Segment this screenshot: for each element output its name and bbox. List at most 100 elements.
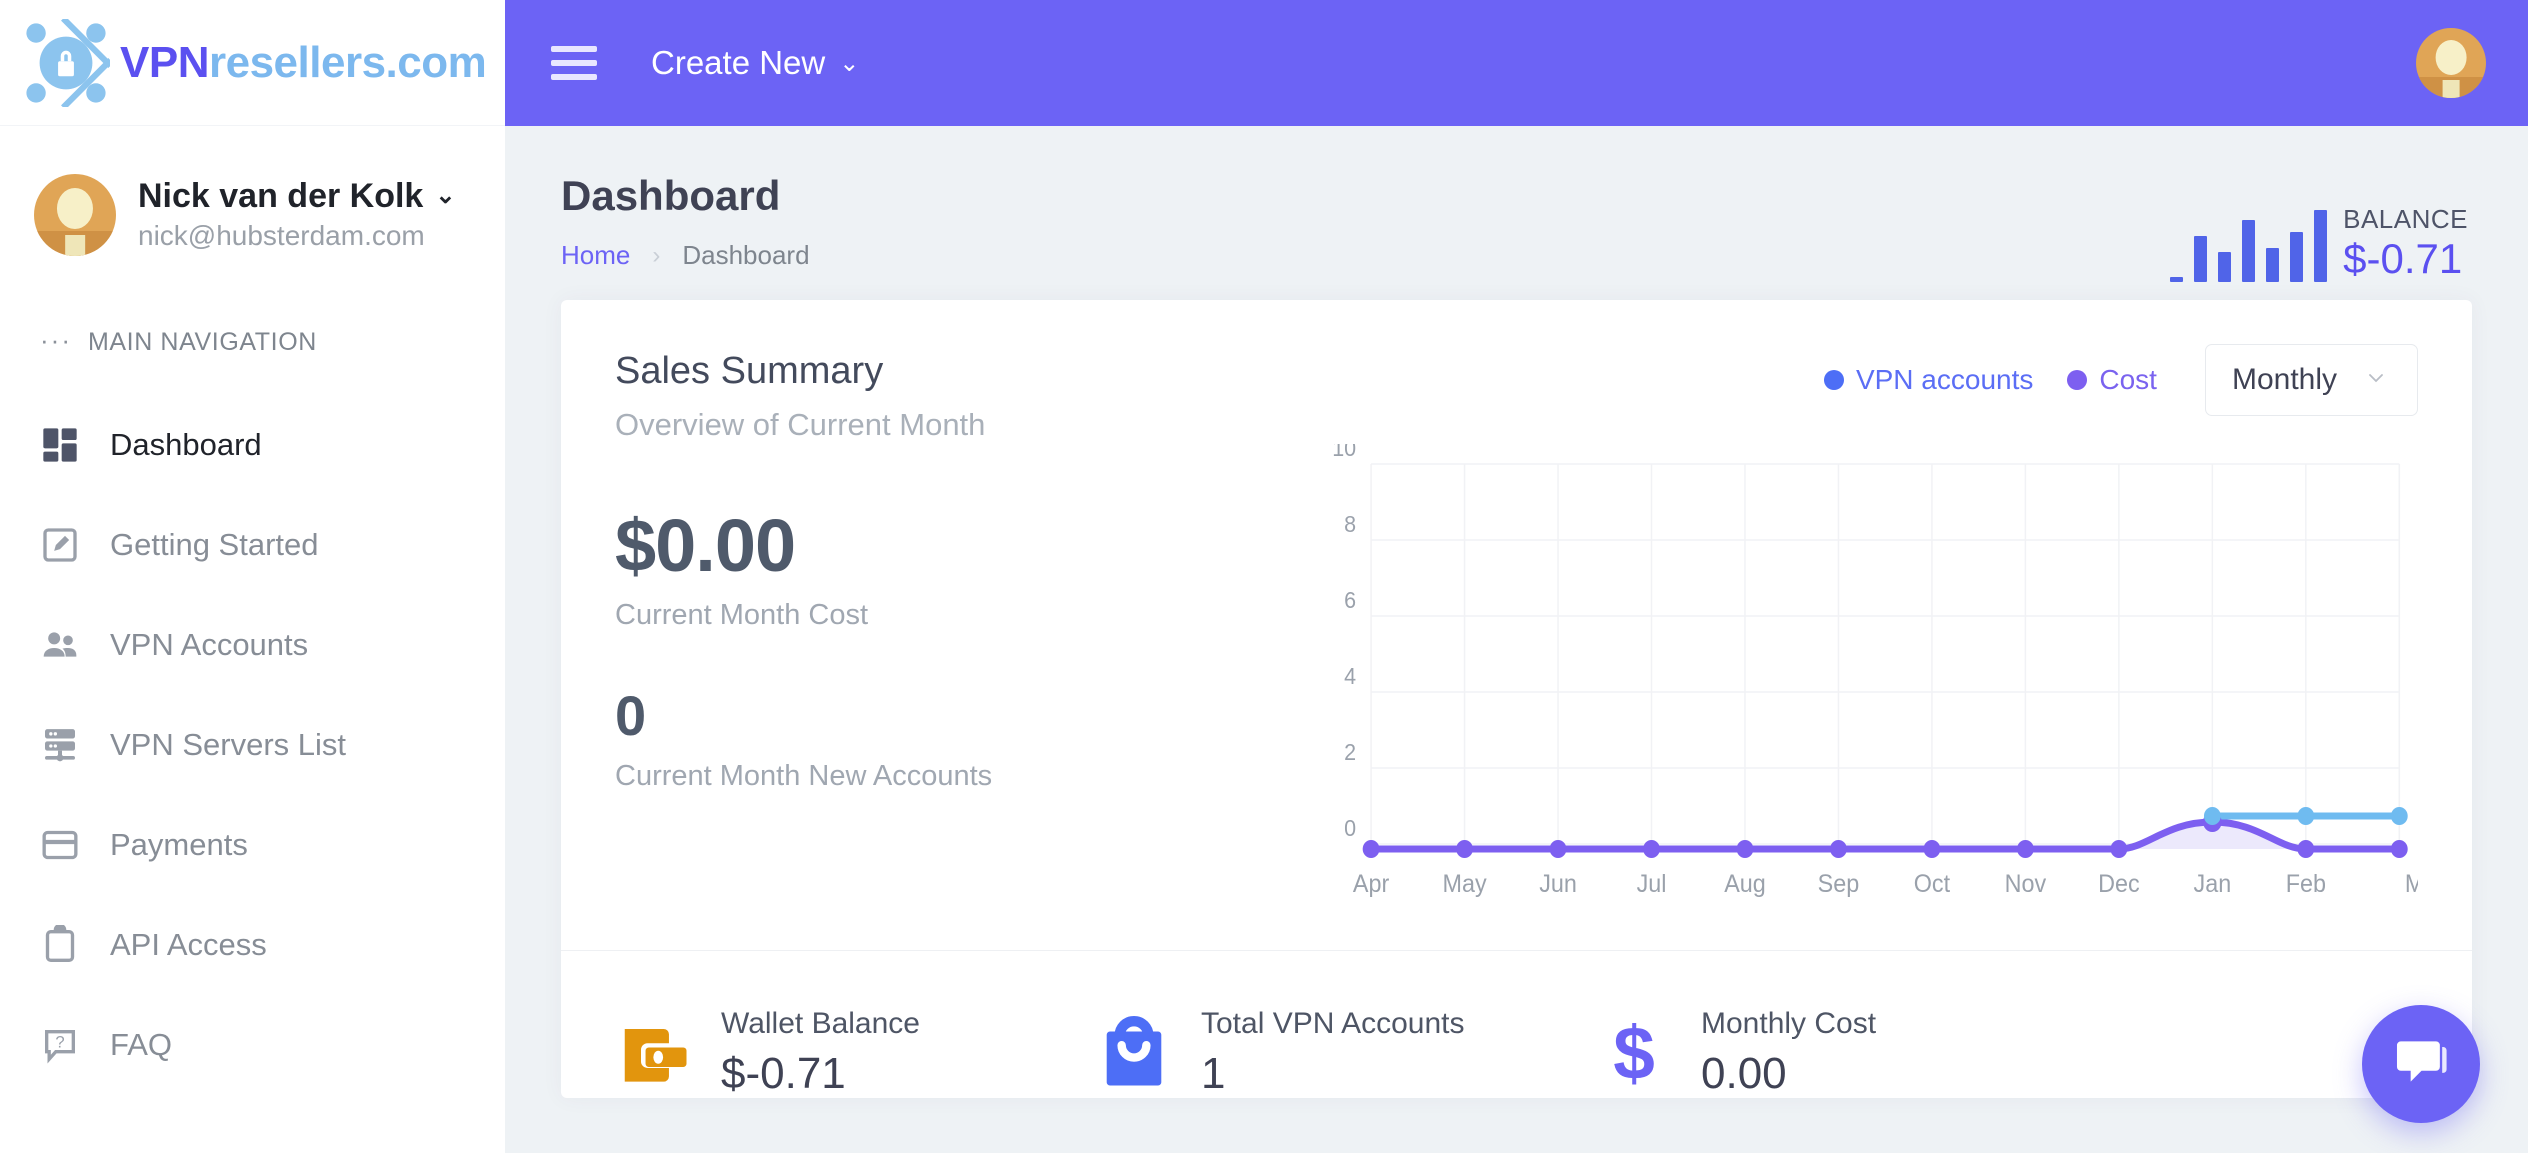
grid-dashboard-icon <box>40 425 80 465</box>
svg-text:Aug: Aug <box>1724 870 1766 898</box>
chart-gridlines <box>1370 463 2401 845</box>
svg-text:Jun: Jun <box>1539 870 1577 898</box>
chart-y-tick-labels: 10 8 6 4 2 0 <box>1332 444 1356 841</box>
sales-summary-card: Sales Summary Overview of Current Month … <box>561 300 2472 1099</box>
stat-label: Monthly Cost <box>1701 1007 1877 1040</box>
stat-label: Total VPN Accounts <box>1201 1007 1465 1040</box>
page-header-left: Dashboard Home › Dashboard <box>561 172 810 271</box>
svg-text:Ma: Ma <box>2405 870 2418 898</box>
legend-item-vpn-accounts[interactable]: VPN accounts <box>1823 364 2033 396</box>
sidebar-item-payments[interactable]: Payments <box>0 795 505 895</box>
current-month-new-accounts-stat: 0 Current Month New Accounts <box>615 688 1315 793</box>
stat-card-wallet-balance: Wallet Balance $-0.71 <box>615 1007 1095 1098</box>
svg-text:Feb: Feb <box>2286 870 2326 898</box>
dollar-sign-icon: $ <box>1595 1011 1673 1095</box>
app-root: VPNresellers.com Nick van der Kolk ⌄ nic… <box>0 0 2528 1153</box>
pencil-square-icon <box>40 525 80 565</box>
hamburger-menu-icon[interactable] <box>551 46 597 80</box>
chart-x-tick-labels: Apr May Jun Jul Aug Sep Oct Nov Dec Jan … <box>1353 870 2418 898</box>
sidebar-item-vpn-accounts[interactable]: VPN Accounts <box>0 595 505 695</box>
sales-line-chart: 10 8 6 4 2 0 Apr May Jun Jul Aug Sep Oct… <box>1315 444 2418 924</box>
sidebar-item-label: VPN Accounts <box>110 627 309 662</box>
page-header: Dashboard Home › Dashboard BALANCE $-0.7… <box>505 126 2528 282</box>
current-month-new-accounts-value: 0 <box>615 684 646 747</box>
create-new-menu[interactable]: Create New ⌄ <box>651 44 859 82</box>
brand-logo[interactable]: VPNresellers.com <box>0 0 505 126</box>
current-month-cost-label: Current Month Cost <box>615 599 869 631</box>
sidebar-item-label: VPN Servers List <box>110 727 347 762</box>
sales-summary-title: Sales Summary <box>615 350 884 392</box>
sidebar-item-vpn-servers-list[interactable]: VPN Servers List <box>0 695 505 795</box>
svg-text:Oct: Oct <box>1914 870 1951 898</box>
sales-summary-body: Sales Summary Overview of Current Month … <box>561 300 2472 924</box>
sidebar-user-email: nick@hubsterdam.com <box>138 220 425 252</box>
svg-text:8: 8 <box>1344 511 1356 537</box>
breadcrumb-home[interactable]: Home <box>561 240 630 271</box>
sidebar-item-label: Getting Started <box>110 527 319 562</box>
sidebar-item-label: API Access <box>110 927 267 962</box>
avatar[interactable] <box>2416 28 2486 98</box>
period-select-value: Monthly <box>2231 363 2337 396</box>
main-area: Create New ⌄ Dashboard Home › Dashboard <box>505 0 2528 1153</box>
current-month-cost-value: $0.00 <box>615 504 796 587</box>
chart-controls: VPN accounts Cost Monthly <box>1315 344 2418 416</box>
stat-value: 1 <box>1201 1049 1226 1098</box>
sidebar-item-label: FAQ <box>110 1027 173 1062</box>
chat-widget-button[interactable] <box>2362 1005 2480 1123</box>
server-icon <box>40 725 80 765</box>
sidebar-item-label: Payments <box>110 827 248 862</box>
svg-text:2: 2 <box>1344 739 1356 765</box>
svg-text:$: $ <box>1613 1014 1655 1092</box>
chevron-down-icon <box>2361 366 2391 394</box>
sidebar-user-block[interactable]: Nick van der Kolk ⌄ nick@hubsterdam.com <box>0 126 505 256</box>
chart-svg: 10 8 6 4 2 0 Apr May Jun Jul Aug Sep Oct… <box>1332 444 2418 898</box>
balance-sparkline <box>2170 186 2328 282</box>
svg-text:May: May <box>1442 870 1487 898</box>
ellipsis-icon: ··· <box>40 324 72 355</box>
sidebar-item-dashboard[interactable]: Dashboard <box>0 395 505 495</box>
main-navigation: Dashboard Getting Started VPN Accounts V… <box>0 395 505 1095</box>
stat-value: 0.00 <box>1701 1049 1787 1098</box>
balance-value: $-0.71 <box>2343 235 2463 282</box>
svg-text:Nov: Nov <box>2005 870 2047 898</box>
create-new-label: Create New <box>651 44 826 81</box>
question-chat-icon: ? <box>40 1025 80 1065</box>
svg-text:Sep: Sep <box>1818 870 1860 898</box>
stat-label: Wallet Balance <box>721 1007 920 1040</box>
breadcrumb-current: Dashboard <box>682 240 810 271</box>
sidebar-item-getting-started[interactable]: Getting Started <box>0 495 505 595</box>
legend-dot-icon <box>1823 370 1844 390</box>
avatar <box>34 174 116 256</box>
sidebar-item-faq[interactable]: ? FAQ <box>0 995 505 1095</box>
chat-bubble-icon <box>2390 1031 2452 1098</box>
page-title: Dashboard <box>561 172 781 219</box>
svg-text:?: ? <box>55 1033 64 1052</box>
credit-card-icon <box>40 825 80 865</box>
breadcrumb: Home › Dashboard <box>561 240 810 271</box>
nav-section-label: MAIN NAVIGATION <box>87 328 317 356</box>
svg-text:10: 10 <box>1332 444 1356 461</box>
users-icon <box>40 625 80 665</box>
svg-text:6: 6 <box>1344 587 1356 613</box>
current-month-new-accounts-label: Current Month New Accounts <box>615 760 993 792</box>
stat-cards-row: Wallet Balance $-0.71 Total VPN Accounts… <box>561 951 2472 1098</box>
legend-item-cost[interactable]: Cost <box>2067 364 2157 396</box>
svg-text:Apr: Apr <box>1353 870 1389 898</box>
balance-widget[interactable]: BALANCE $-0.71 <box>2170 172 2468 282</box>
period-select[interactable]: Monthly <box>2204 344 2418 416</box>
sidebar-user-name[interactable]: Nick van der Kolk ⌄ <box>138 176 456 215</box>
stat-value: $-0.71 <box>721 1049 846 1098</box>
sales-summary-subtitle: Overview of Current Month <box>615 407 986 442</box>
balance-label: BALANCE <box>2343 204 2468 234</box>
sidebar-item-api-access[interactable]: API Access <box>0 895 505 995</box>
chevron-down-icon: ⌄ <box>435 182 456 210</box>
clipboard-icon <box>40 923 80 965</box>
legend-dot-icon <box>2067 370 2088 390</box>
sidebar: VPNresellers.com Nick van der Kolk ⌄ nic… <box>0 0 505 1153</box>
chevron-down-icon: ⌄ <box>839 49 860 77</box>
sales-summary-stats: Sales Summary Overview of Current Month … <box>615 344 1315 924</box>
brand-name: VPNresellers.com <box>120 38 487 88</box>
legend-label: Cost <box>2099 364 2157 395</box>
current-month-cost-stat: $0.00 Current Month Cost <box>615 509 1315 632</box>
sidebar-user-name-text: Nick van der Kolk <box>138 176 424 215</box>
